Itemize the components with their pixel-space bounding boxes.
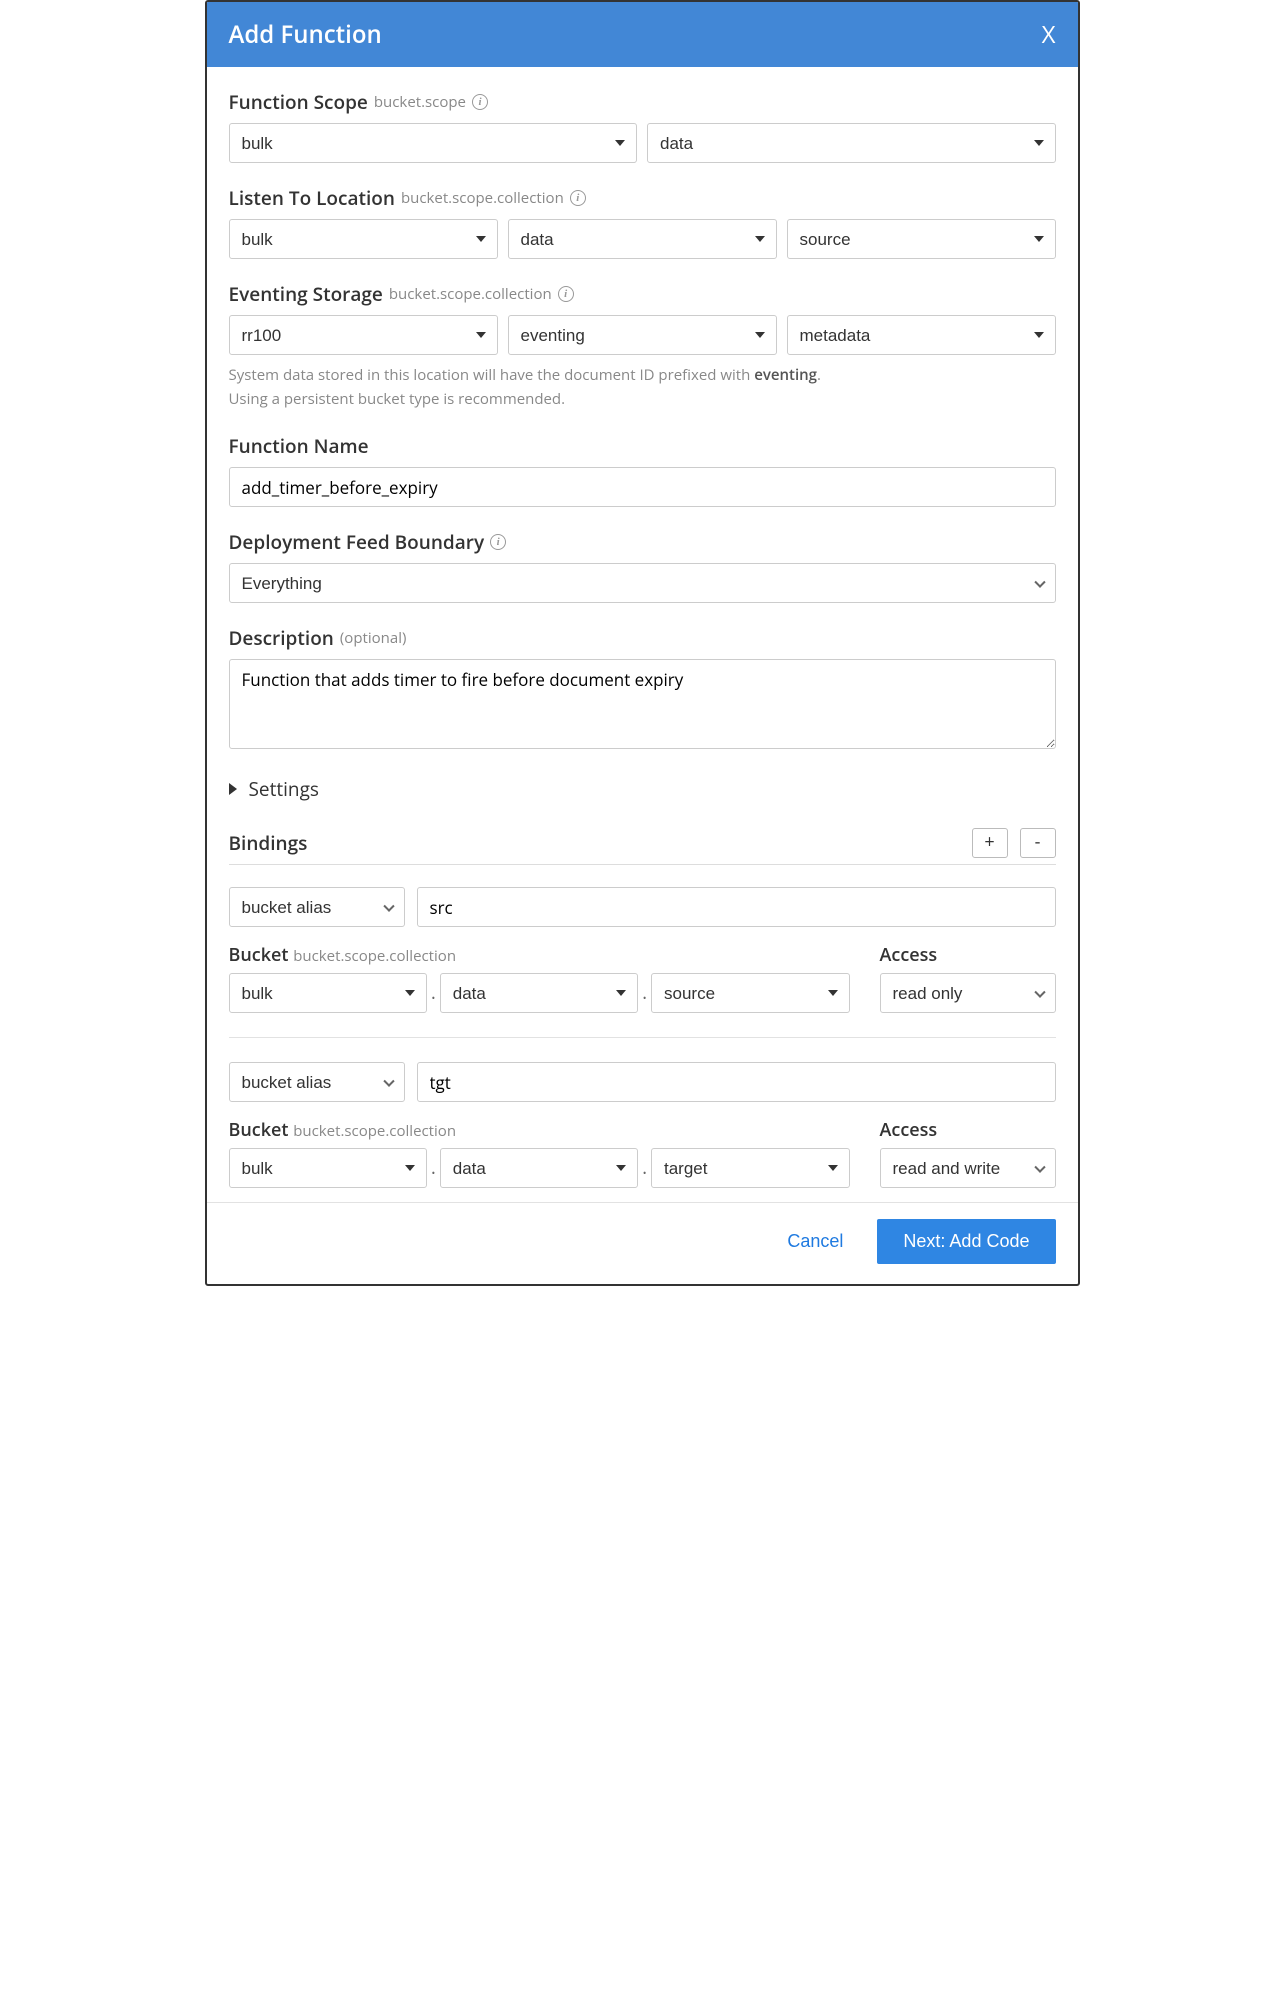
label-text: Bucket (229, 943, 289, 967)
hint-text: . (817, 365, 821, 385)
binding-access-select[interactable]: read and write (880, 1148, 1056, 1188)
listen-scope-select[interactable]: data (508, 219, 777, 259)
binding-row: bucket alias Bucket bucket.scope.collect… (229, 887, 1056, 1013)
binding-scope-select[interactable]: data (440, 973, 639, 1013)
bindings-title: Bindings (229, 830, 308, 856)
function-scope-group: Function Scope bucket.scope i bulk data (229, 89, 1056, 163)
remove-binding-button[interactable]: - (1020, 828, 1056, 858)
label-sub: bucket.scope.collection (293, 946, 456, 966)
binding-bucket-select[interactable]: bulk (229, 973, 428, 1013)
dialog-footer: Cancel Next: Add Code (207, 1202, 1078, 1284)
dialog-body: Function Scope bucket.scope i bulk data … (207, 67, 1078, 1188)
scope-bucket-select[interactable]: bulk (229, 123, 638, 163)
scope-scope-select[interactable]: data (647, 123, 1056, 163)
listen-location-label: Listen To Location bucket.scope.collecti… (229, 185, 1056, 211)
deployment-boundary-label: Deployment Feed Boundary i (229, 529, 1056, 555)
binding-bucket-select[interactable]: bulk (229, 1148, 428, 1188)
binding-alias-input[interactable] (417, 1062, 1056, 1102)
label-text: Function Scope (229, 89, 368, 115)
next-add-code-button[interactable]: Next: Add Code (877, 1219, 1055, 1264)
settings-toggle[interactable]: Settings (229, 776, 1056, 802)
label-text: Bucket (229, 1118, 289, 1142)
add-binding-button[interactable]: + (972, 828, 1008, 858)
function-name-label: Function Name (229, 433, 1056, 459)
info-icon[interactable]: i (558, 286, 574, 302)
label-sub: bucket.scope.collection (389, 284, 552, 304)
storage-scope-select[interactable]: eventing (508, 315, 777, 355)
binding-access-label: Access (880, 943, 1056, 967)
binding-access-label: Access (880, 1118, 1056, 1142)
separator-dot: . (638, 981, 651, 1013)
binding-scope-select[interactable]: data (440, 1148, 639, 1188)
binding-bucket-label: Bucket bucket.scope.collection (229, 1118, 850, 1142)
label-sub: bucket.scope (374, 92, 466, 112)
storage-collection-select[interactable]: metadata (787, 315, 1056, 355)
binding-alias-input[interactable] (417, 887, 1056, 927)
label-text: Eventing Storage (229, 281, 383, 307)
info-icon[interactable]: i (570, 190, 586, 206)
eventing-storage-group: Eventing Storage bucket.scope.collection… (229, 281, 1056, 411)
separator-dot: . (638, 1156, 651, 1188)
description-group: Description (optional) Function that add… (229, 625, 1056, 754)
eventing-storage-label: Eventing Storage bucket.scope.collection… (229, 281, 1056, 307)
deployment-boundary-group: Deployment Feed Boundary i Everything (229, 529, 1056, 603)
label-text: Listen To Location (229, 185, 395, 211)
storage-bucket-select[interactable]: rr100 (229, 315, 498, 355)
binding-divider (229, 1037, 1056, 1038)
label-text: Deployment Feed Boundary (229, 529, 485, 555)
listen-location-group: Listen To Location bucket.scope.collecti… (229, 185, 1056, 259)
binding-type-select[interactable]: bucket alias (229, 1062, 405, 1102)
function-name-input[interactable] (229, 467, 1056, 507)
listen-bucket-select[interactable]: bulk (229, 219, 498, 259)
caret-right-icon (229, 783, 237, 795)
hint-text: System data stored in this location will… (229, 365, 755, 385)
binding-bucket-label: Bucket bucket.scope.collection (229, 943, 850, 967)
binding-collection-select[interactable]: target (651, 1148, 850, 1188)
separator-dot: . (427, 1156, 440, 1188)
deployment-boundary-select[interactable]: Everything (229, 563, 1056, 603)
label-sub: (optional) (340, 628, 407, 648)
listen-collection-select[interactable]: source (787, 219, 1056, 259)
add-function-dialog: Add Function X Function Scope bucket.sco… (205, 0, 1080, 1286)
dialog-title: Add Function (229, 18, 382, 51)
close-icon[interactable]: X (1042, 18, 1056, 51)
description-input[interactable]: Function that adds timer to fire before … (229, 659, 1056, 749)
info-icon[interactable]: i (490, 534, 506, 550)
hint-strong: eventing (754, 365, 817, 385)
binding-collection-select[interactable]: source (651, 973, 850, 1013)
label-text: Description (229, 625, 334, 651)
cancel-button[interactable]: Cancel (781, 1230, 849, 1253)
bindings-header: Bindings + - (229, 828, 1056, 865)
label-sub: bucket.scope.collection (293, 1121, 456, 1141)
info-icon[interactable]: i (472, 94, 488, 110)
binding-row: bucket alias Bucket bucket.scope.collect… (229, 1062, 1056, 1188)
hint-text: Using a persistent bucket type is recomm… (229, 389, 566, 409)
description-label: Description (optional) (229, 625, 1056, 651)
label-text: Function Name (229, 433, 369, 459)
function-scope-label: Function Scope bucket.scope i (229, 89, 1056, 115)
binding-type-select[interactable]: bucket alias (229, 887, 405, 927)
dialog-header: Add Function X (207, 2, 1078, 67)
function-name-group: Function Name (229, 433, 1056, 507)
separator-dot: . (427, 981, 440, 1013)
storage-hint: System data stored in this location will… (229, 363, 1056, 411)
settings-label: Settings (249, 776, 319, 802)
label-sub: bucket.scope.collection (401, 188, 564, 208)
binding-access-select[interactable]: read only (880, 973, 1056, 1013)
